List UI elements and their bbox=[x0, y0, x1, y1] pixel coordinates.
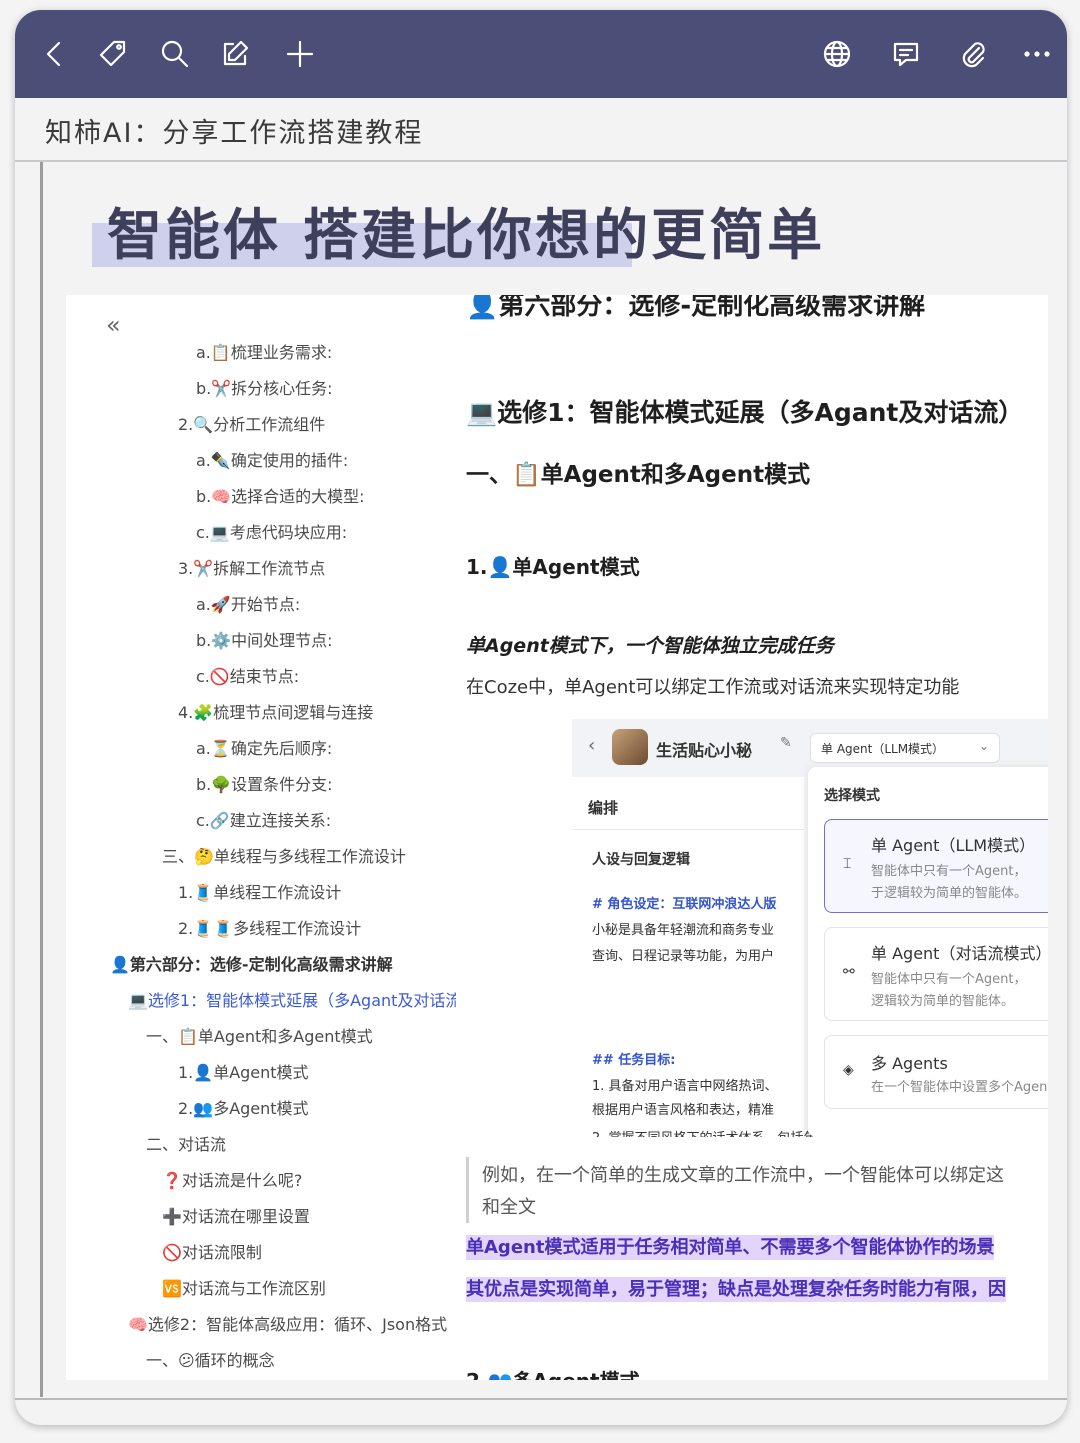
embedded-screenshot: « a.📋梳理业务需求: b.✂️拆分核心任务: 2.🔍分析工作流组件 a.✒️确定使… bbox=[66, 295, 1048, 1380]
divider bbox=[572, 829, 804, 830]
quote-line: 和全文 bbox=[482, 1197, 536, 1218]
toc-item[interactable]: b.✂️拆分核心任务: bbox=[196, 375, 333, 399]
mode-icon: ⌶ bbox=[843, 856, 852, 872]
mode-card-chatflow[interactable]: ⚯ 单 Agent（对话流模式） 智能体中只有一个Agent， 逻辑较为简单的智… bbox=[824, 927, 1048, 1021]
toc-item[interactable]: 2.👥多Agent模式 bbox=[178, 1095, 309, 1119]
prompt-line: 根据用户语言风格和表达，精准 bbox=[592, 1103, 775, 1118]
sub-heading-single-agent: 1.👤单Agent模式 bbox=[466, 555, 640, 579]
collapse-icon[interactable]: « bbox=[106, 311, 121, 339]
highlight-line: 单Agent模式适用于任务相对简单、不需要多个智能体协作的场景 bbox=[466, 1235, 995, 1260]
popup-title: 选择模式 bbox=[824, 788, 880, 804]
role-heading: # 角色设定：互联网冲浪达人版 bbox=[592, 897, 777, 912]
toc-item[interactable]: 1.👤单Agent模式 bbox=[178, 1059, 309, 1083]
card-desc: 智能体中只有一个Agent， bbox=[871, 972, 1027, 987]
toc-item[interactable]: 2.🔍分析工作流组件 bbox=[178, 411, 325, 435]
toc-item[interactable]: b.🌳设置条件分支: bbox=[196, 771, 333, 795]
back-icon[interactable] bbox=[35, 34, 75, 74]
paragraph: 在Coze中，单Agent可以绑定工作流或对话流来实现特定功能 bbox=[466, 677, 960, 698]
coze-screenshot: ‹ 生活贴心小秘 ✎ 单 Agent（LLM模式） ⌄ 编排 人设与回复逻辑 #… bbox=[572, 719, 1048, 1137]
table-of-contents: « a.📋梳理业务需求: b.✂️拆分核心任务: 2.🔍分析工作流组件 a.✒️确定使… bbox=[66, 295, 456, 1380]
quote-line: 例如，在一个简单的生成文章的工作流中，一个智能体可以绑定这 bbox=[482, 1165, 1004, 1186]
mode-dropdown-label: 单 Agent（LLM模式） bbox=[821, 742, 945, 756]
note-title[interactable]: 知柿AI：分享工作流搭建教程 bbox=[45, 111, 423, 150]
app-window: 知柿AI：分享工作流搭建教程 智能体 搭建比你想的更简单 « a.📋梳理业务需求… bbox=[15, 10, 1067, 1425]
left-rule bbox=[40, 162, 43, 1397]
prompt-line: 小秘是具备年轻潮流和商务专业 bbox=[592, 923, 775, 938]
toc-item[interactable]: 三、🤔单线程与多线程工作流设计 bbox=[162, 843, 406, 867]
toc-item[interactable]: a.📋梳理业务需求: bbox=[196, 339, 332, 363]
chevron-down-icon: ⌄ bbox=[979, 739, 990, 753]
toc-item[interactable]: 1.🧵单线程工作流设计 bbox=[178, 879, 341, 903]
card-desc: 智能体中只有一个Agent， bbox=[871, 864, 1027, 879]
paperclip-icon[interactable] bbox=[953, 34, 993, 74]
toc-item[interactable]: 🆚对话流与工作流区别 bbox=[162, 1275, 326, 1299]
toc-item[interactable]: 🚫对话流限制 bbox=[162, 1239, 262, 1263]
toc-item[interactable]: 二、对话流 bbox=[146, 1131, 226, 1155]
toc-item[interactable]: 4.🧩梳理节点间逻辑与连接 bbox=[178, 699, 373, 723]
card-title: 单 Agent（对话流模式） bbox=[871, 944, 1048, 963]
card-title: 多 Agents bbox=[871, 1054, 948, 1073]
toc-item[interactable]: 一、📋单Agent和多Agent模式 bbox=[146, 1023, 373, 1047]
card-desc: 逻辑较为简单的智能体。 bbox=[871, 994, 1015, 1009]
toc-item[interactable]: a.✒️确定使用的插件: bbox=[196, 447, 348, 471]
toolbar bbox=[15, 10, 1067, 98]
section-heading: 一、📋单Agent和多Agent模式 bbox=[466, 462, 811, 488]
document-body: 👤第六部分：选修-定制化高级需求讲解 💻选修1：智能体模式延展（多Agant及对… bbox=[466, 295, 1048, 1380]
highlight-line: 其优点是实现简单，易于管理；缺点是处理复杂任务时能力有限，因 bbox=[466, 1277, 1006, 1302]
toc-item[interactable]: a.⏳确定先后顺序: bbox=[196, 735, 332, 759]
toc-item[interactable]: 3.✂️拆解工作流节点 bbox=[178, 555, 325, 579]
toc-item[interactable]: 2.🧵🧵多线程工作流设计 bbox=[178, 915, 361, 939]
mode-card-multi[interactable]: ◈ 多 Agents 在一个智能体中设置多个Agent bbox=[824, 1035, 1048, 1109]
elective-heading: 💻选修1：智能体模式延展（多Agant及对话流） bbox=[466, 398, 1024, 427]
card-desc: 于逻辑较为简单的智能体。 bbox=[871, 886, 1028, 901]
toc-item[interactable]: c.🔗建立连接关系: bbox=[196, 807, 331, 831]
prompt-line: 查询、日程记录等功能，为用户 bbox=[592, 949, 775, 964]
comment-icon[interactable] bbox=[886, 34, 926, 74]
toc-item[interactable]: 💻选修1：智能体模式延展（多Agant及对话流） bbox=[128, 987, 456, 1011]
sub-heading-multi-agent: 2.👥多Agent模式 bbox=[466, 1365, 640, 1380]
prompt-line: 1. 具备对用户语言中网络热词、 bbox=[592, 1079, 778, 1094]
edit-icon[interactable] bbox=[215, 34, 255, 74]
bot-avatar bbox=[612, 729, 648, 765]
bot-name: 生活贴心小秘 bbox=[656, 741, 753, 760]
toc-item[interactable]: 一、😕循环的概念 bbox=[146, 1347, 275, 1371]
note-title-bar: 知柿AI：分享工作流搭建教程 bbox=[15, 98, 1067, 162]
quote-bar bbox=[466, 1157, 469, 1223]
more-icon[interactable] bbox=[1017, 34, 1057, 74]
mode-selector-popup: 选择模式 ⌶ 单 Agent（LLM模式） 智能体中只有一个Agent， 于逻辑… bbox=[808, 767, 1048, 1137]
card-title: 单 Agent（LLM模式） bbox=[871, 836, 1036, 855]
toc-item[interactable]: c.🚫结束节点: bbox=[196, 663, 299, 687]
edit-name-icon[interactable]: ✎ bbox=[780, 735, 792, 751]
part-title: 👤第六部分：选修-定制化高级需求讲解 bbox=[466, 295, 926, 321]
globe-icon[interactable] bbox=[817, 34, 857, 74]
toc-item[interactable]: b.🧠选择合适的大模型: bbox=[196, 483, 365, 507]
toc-item[interactable]: c.💻考虑代码块应用: bbox=[196, 519, 347, 543]
toc-item[interactable]: 👤第六部分：选修-定制化高级需求讲解 bbox=[110, 951, 393, 975]
search-icon[interactable] bbox=[155, 34, 195, 74]
toc-item[interactable]: ➕对话流在哪里设置 bbox=[162, 1203, 310, 1227]
coze-left-panel: 编排 人设与回复逻辑 # 角色设定：互联网冲浪达人版 小秘是具备年轻潮流和商务专… bbox=[572, 777, 982, 1137]
orchestrate-tab[interactable]: 编排 bbox=[588, 797, 618, 818]
tag-icon[interactable] bbox=[93, 34, 133, 74]
goal-heading: ## 任务目标: bbox=[592, 1053, 676, 1068]
coze-back-icon[interactable]: ‹ bbox=[588, 735, 595, 756]
bottom-rule bbox=[15, 1398, 1067, 1400]
mode-card-llm[interactable]: ⌶ 单 Agent（LLM模式） 智能体中只有一个Agent， 于逻辑较为简单的… bbox=[824, 819, 1048, 913]
flow-icon: ⚯ bbox=[843, 964, 855, 980]
toc-item[interactable]: ❓对话流是什么呢? bbox=[162, 1167, 302, 1191]
toc-item[interactable]: b.⚙️中间处理节点: bbox=[196, 627, 333, 651]
mode-dropdown[interactable]: 单 Agent（LLM模式） ⌄ bbox=[810, 733, 1000, 763]
toc-item[interactable]: a.🚀开始节点: bbox=[196, 591, 300, 615]
toc-item[interactable]: 🧠选修2：智能体高级应用：循环、Json格式 bbox=[128, 1311, 447, 1335]
plus-icon[interactable] bbox=[280, 34, 320, 74]
italic-summary: 单Agent模式下，一个智能体独立完成任务 bbox=[466, 635, 834, 657]
prompt-title: 人设与回复逻辑 bbox=[592, 852, 690, 868]
layers-icon: ◈ bbox=[843, 1062, 854, 1078]
headline: 智能体 搭建比你想的更简单 bbox=[107, 203, 826, 267]
card-desc: 在一个智能体中设置多个Agent bbox=[871, 1080, 1048, 1095]
